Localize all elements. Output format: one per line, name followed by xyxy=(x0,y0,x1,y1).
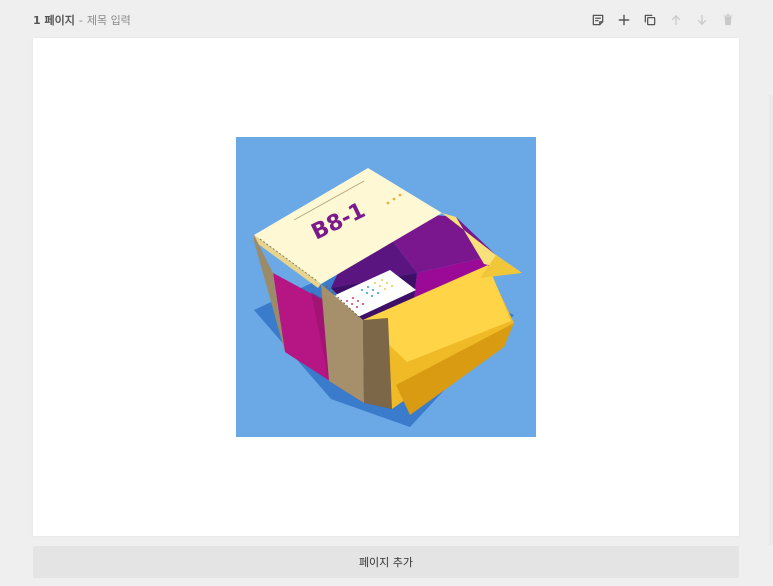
copy-icon[interactable] xyxy=(641,12,658,29)
right-scroll-rail[interactable] xyxy=(769,95,773,545)
page-number: 1 페이지 xyxy=(33,13,75,27)
page-header: 1 페이지 - 제목 입력 xyxy=(33,0,739,40)
arrow-down-icon[interactable] xyxy=(693,12,710,29)
box-image[interactable]: B8-1 xyxy=(236,137,536,437)
page-title[interactable]: 1 페이지 - 제목 입력 xyxy=(33,15,131,26)
page-canvas[interactable]: B8-1 xyxy=(33,38,739,536)
note-icon[interactable] xyxy=(589,12,606,29)
trash-icon[interactable] xyxy=(719,12,736,29)
add-page-button[interactable]: 페이지 추가 xyxy=(33,546,739,578)
arrow-up-icon[interactable] xyxy=(667,12,684,29)
page-title-input[interactable]: 제목 입력 xyxy=(87,15,131,26)
plus-icon[interactable] xyxy=(615,12,632,29)
page-toolbar xyxy=(589,12,736,29)
page-title-separator: - xyxy=(78,13,83,27)
